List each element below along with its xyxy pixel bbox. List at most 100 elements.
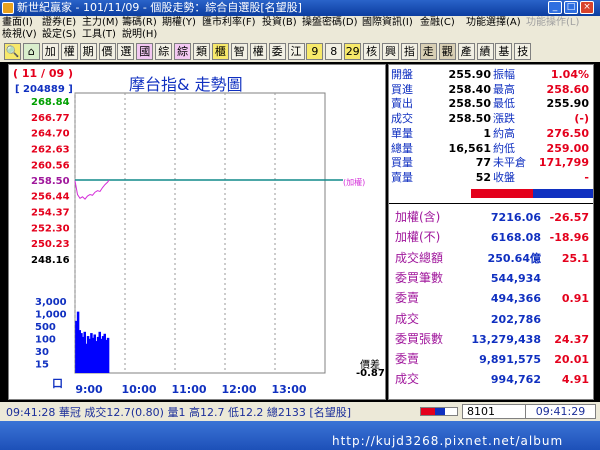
toolbar-button[interactable]: 技 bbox=[514, 43, 532, 60]
quote-label: 開盤 bbox=[391, 68, 413, 81]
close-button[interactable]: × bbox=[580, 1, 594, 14]
toolbar-button[interactable]: 綜 bbox=[155, 43, 173, 60]
menu-item[interactable]: 投資(B) bbox=[262, 17, 297, 29]
quote-value: 16,561 bbox=[448, 141, 491, 155]
minimize-button[interactable]: _ bbox=[548, 1, 562, 14]
menu-item[interactable]: 設定(S) bbox=[42, 29, 76, 41]
menu-item[interactable]: 期權(Y) bbox=[162, 17, 196, 29]
menu-bar: 畫面(I) 證券(E) 主力(M) 籌碼(R) 期權(Y) 匯市利率(F) 投資(B) 操盤密… bbox=[0, 16, 600, 42]
stats-label: 成交 bbox=[395, 372, 420, 387]
volume-bar bbox=[106, 337, 110, 373]
menu-item[interactable]: 操盤密碼(D) bbox=[302, 17, 358, 29]
price-tick-label: 256.44 bbox=[31, 192, 70, 203]
stats-value: 202,786 bbox=[490, 312, 541, 326]
menu-item[interactable]: 說明(H) bbox=[122, 29, 157, 41]
menu-item[interactable]: 檢視(V) bbox=[2, 29, 37, 41]
toolbar-button[interactable]: 權 bbox=[249, 43, 267, 60]
quote-value: 255.90 bbox=[448, 68, 491, 81]
app-icon bbox=[2, 2, 14, 14]
ticker-text: 09:41:28 華冠 成交12.7(0.80) 量1 高12.7 低12.2 … bbox=[6, 406, 352, 419]
plot-frame bbox=[74, 92, 326, 374]
quote-label: 振幅 bbox=[493, 68, 515, 81]
toolbar-button[interactable]: 8 bbox=[325, 43, 343, 60]
buy-sell-ratio-bar bbox=[389, 189, 593, 198]
menu-item[interactable]: 匯市利率(F) bbox=[202, 17, 256, 29]
toolbar-button[interactable]: 委 bbox=[268, 43, 286, 60]
price-tick-label: 268.84 bbox=[31, 97, 70, 108]
quote-label: 成交 bbox=[391, 112, 413, 126]
stats-value: 994,762 bbox=[490, 373, 541, 387]
title-bar: 新世紀贏家 - 101/11/09 - 個股走勢：綜合自選股[名望股] _ □ … bbox=[0, 0, 600, 16]
toolbar-button[interactable]: 綜 bbox=[174, 43, 192, 60]
volume-tick-label: 3,000 bbox=[35, 297, 67, 308]
toolbar-button[interactable]: 國 bbox=[136, 43, 154, 60]
stats-change: -26.57 bbox=[549, 211, 589, 224]
toolbar-button[interactable]: 加 bbox=[41, 43, 59, 60]
toolbar-button[interactable]: 選 bbox=[117, 43, 135, 60]
menu-item[interactable]: 國際資訊(I) bbox=[362, 17, 413, 29]
toolbar-button[interactable]: 價 bbox=[98, 43, 116, 60]
home-icon[interactable]: ⌂ bbox=[22, 43, 40, 60]
stats-change: -18.96 bbox=[549, 231, 589, 245]
toolbar-button[interactable]: 9 bbox=[306, 43, 324, 60]
toolbar-button[interactable]: 29 bbox=[344, 43, 362, 60]
menu-item[interactable]: 畫面(I) bbox=[2, 17, 33, 29]
maximize-button[interactable]: □ bbox=[564, 1, 578, 14]
toolbar-button[interactable]: 產 bbox=[457, 43, 475, 60]
toolbar-button[interactable]: 智 bbox=[230, 43, 248, 60]
toolbar-button[interactable]: 江 bbox=[287, 43, 305, 60]
quote-value: 1.04% bbox=[550, 68, 589, 81]
volume-tick-label: 500 bbox=[35, 322, 56, 333]
toolbar-button[interactable]: 興 bbox=[382, 43, 399, 60]
toolbar-button[interactable]: 類 bbox=[193, 43, 210, 60]
quote-value: 258.50 bbox=[448, 97, 491, 111]
toolbar-button[interactable]: 觀 bbox=[438, 43, 456, 60]
stats-label: 委賣 bbox=[395, 291, 420, 306]
stock-code-input[interactable]: 8101 bbox=[462, 404, 526, 419]
stats-label: 成交總額 bbox=[395, 250, 444, 265]
quote-value: 171,799 bbox=[538, 156, 589, 170]
price-tick-label: 248.16 bbox=[31, 255, 70, 266]
stats-value: 544,934 bbox=[490, 271, 541, 285]
toolbar-button[interactable]: 績 bbox=[476, 43, 494, 60]
price-tick-label: 264.70 bbox=[31, 129, 70, 140]
stats-change: 4.91 bbox=[561, 373, 589, 387]
price-tick-label: 262.63 bbox=[31, 144, 70, 155]
watermark-url: http://kujd3268.pixnet.net/album bbox=[332, 434, 564, 448]
price-tick-label: 260.56 bbox=[31, 160, 70, 171]
toolbar-button[interactable]: 走 bbox=[419, 43, 437, 60]
quote-value: 258.40 bbox=[448, 82, 491, 96]
menu-item[interactable]: 工具(T) bbox=[82, 29, 116, 41]
menu-item[interactable]: 功能操作(L) bbox=[526, 17, 579, 29]
toolbar-button[interactable]: 核 bbox=[363, 43, 381, 60]
toolbar-button[interactable]: 櫃 bbox=[211, 43, 229, 60]
toolbar-button[interactable]: 期 bbox=[79, 43, 97, 60]
toolbar-button[interactable]: 基 bbox=[495, 43, 513, 60]
time-tick-label: 10:00 bbox=[121, 383, 156, 396]
intraday-chart[interactable]: ( 11 / 09 ) [ 204889 ] 摩台指& 走勢圖 268.84 26… bbox=[8, 64, 386, 400]
search-icon[interactable]: 🔍 bbox=[4, 43, 21, 60]
stats-value: 250.64億 bbox=[487, 251, 541, 265]
clock: 09:41:29 bbox=[525, 404, 596, 419]
diff-value: -0.87 bbox=[356, 368, 385, 379]
quote-label: 賣量 bbox=[391, 170, 413, 184]
quote-value: - bbox=[584, 170, 589, 184]
stats-label: 加權(不) bbox=[395, 230, 441, 245]
menu-item[interactable]: 主力(M) bbox=[82, 17, 118, 29]
stats-label: 加權(含) bbox=[395, 210, 441, 224]
price-tick-label: 266.77 bbox=[31, 113, 70, 124]
quote-label: 賣出 bbox=[391, 97, 413, 111]
menu-item[interactable]: 籌碼(R) bbox=[122, 17, 157, 29]
mini-bar bbox=[420, 407, 458, 416]
quote-value: 52 bbox=[475, 170, 491, 184]
quote-label: 買量 bbox=[391, 156, 413, 170]
quote-value: (-) bbox=[574, 112, 589, 126]
quote-label: 收盤 bbox=[493, 170, 515, 184]
toolbar-button[interactable]: 指 bbox=[400, 43, 418, 60]
window-title: 新世紀贏家 - 101/11/09 - 個股走勢：綜合自選股[名望股] bbox=[17, 1, 302, 14]
menu-item[interactable]: 金融(C) bbox=[420, 17, 455, 29]
menu-item[interactable]: 功能選擇(A) bbox=[466, 17, 521, 29]
quote-value: 258.60 bbox=[546, 82, 589, 96]
menu-item[interactable]: 證券(E) bbox=[42, 17, 76, 29]
toolbar-button[interactable]: 權 bbox=[60, 43, 78, 60]
